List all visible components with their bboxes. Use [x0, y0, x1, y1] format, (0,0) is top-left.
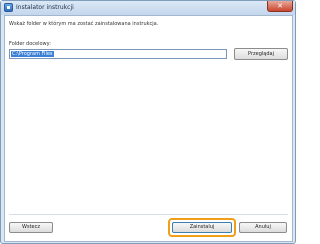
window-title: Instalator instrukcji	[16, 4, 74, 11]
destination-folder-value: C:\Program Files	[11, 51, 54, 57]
title-bar: Instalator instrukcji ✕	[1, 1, 295, 15]
instruction-text: Wskaż folder w którym ma zostać zainstal…	[9, 21, 159, 27]
close-icon: ✕	[277, 2, 283, 10]
installer-app-icon	[4, 3, 13, 12]
dialog-content: Wskaż folder w którym ma zostać zainstal…	[4, 15, 293, 242]
destination-folder-input[interactable]: C:\Program Files	[9, 49, 227, 59]
footer-separator	[9, 214, 288, 215]
destination-folder-label: Folder docelowy:	[9, 41, 51, 47]
installer-window: Instalator instrukcji ✕ Wskaż folder w k…	[0, 0, 296, 244]
install-button[interactable]: Zainstaluj	[172, 222, 232, 233]
browse-button[interactable]: Przeglądaj	[234, 48, 288, 60]
close-button[interactable]: ✕	[267, 1, 293, 12]
back-button[interactable]: Wstecz	[9, 222, 53, 233]
cancel-button[interactable]: Anuluj	[239, 222, 287, 233]
